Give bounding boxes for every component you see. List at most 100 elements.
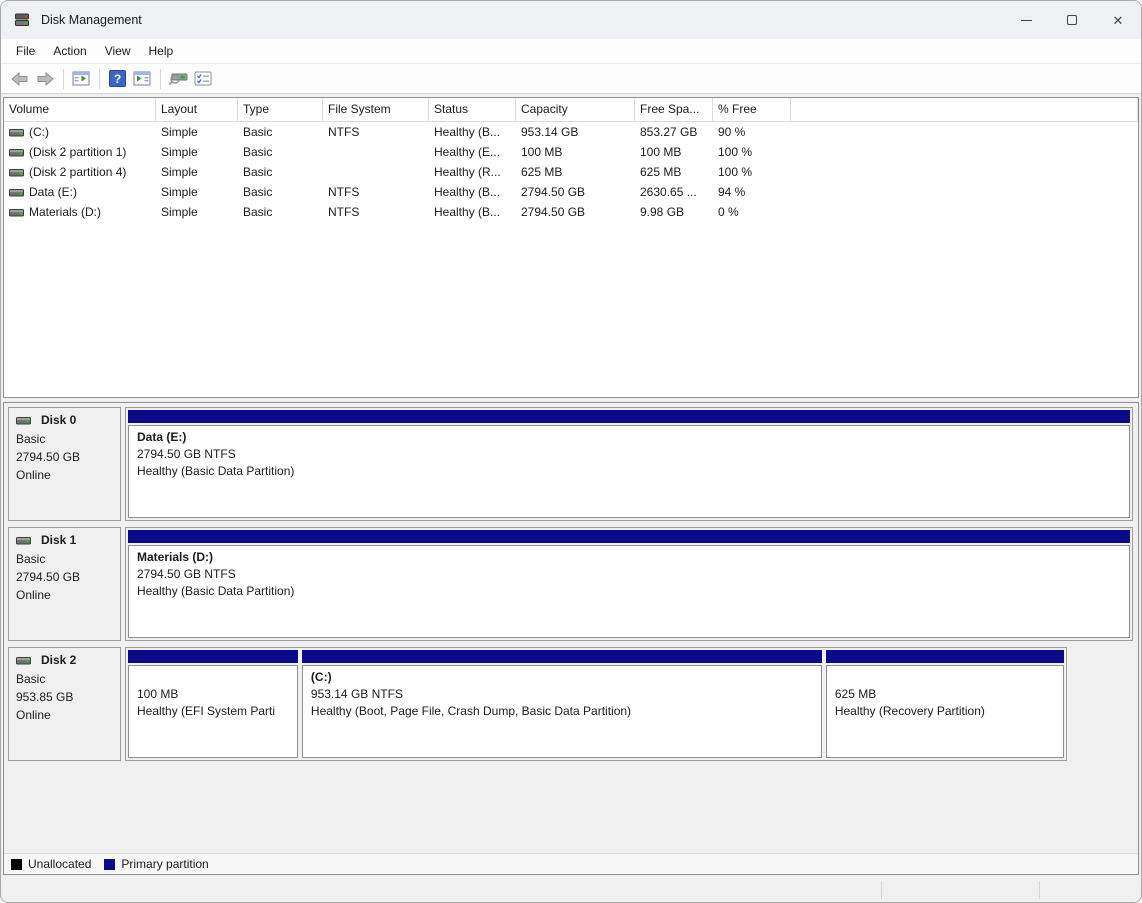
volume-row[interactable]: Data (E:) Simple Basic NTFS Healthy (B..… [4,182,1138,202]
partition-box[interactable]: 100 MB Healthy (EFI System Parti [128,665,298,758]
column-header[interactable]: Type [238,98,323,121]
partition-segment[interactable]: Materials (D:) 2794.50 GB NTFS Healthy (… [128,530,1130,638]
menu-item-action[interactable]: Action [44,41,95,61]
disk-size: 2794.50 GB [16,568,116,586]
column-header[interactable]: % Free [713,98,791,121]
partition-box[interactable]: (C:) 953.14 GB NTFS Healthy (Boot, Page … [302,665,822,758]
drive-magnifier-button[interactable] [166,67,190,91]
menu-bar: FileActionViewHelp [1,39,1141,64]
volume-list-header: VolumeLayoutTypeFile SystemStatusCapacit… [4,98,1138,122]
show-action-pane-icon [133,71,151,86]
disk-band: 100 MB Healthy (EFI System Parti (C:) 95… [125,647,1067,761]
volume-row[interactable]: (C:) Simple Basic NTFS Healthy (B... 953… [4,122,1138,142]
partition-size: 2794.50 GB NTFS [137,446,1121,463]
partition-name: (C:) [311,669,813,686]
volume-drive-icon [9,168,24,177]
disk-info-panel[interactable]: Disk 0 Basic 2794.50 GB Online [8,407,121,521]
main-content: VolumeLayoutTypeFile SystemStatusCapacit… [1,94,1141,903]
disk-band-area: 100 MB Healthy (EFI System Parti (C:) 95… [125,647,1133,761]
show-action-pane-button[interactable] [130,67,154,91]
column-header[interactable]: Free Spa... [635,98,713,121]
maximize-button[interactable] [1049,1,1095,39]
back-button[interactable] [8,67,32,91]
toolbar: ? [1,64,1141,94]
disk-info-panel[interactable]: Disk 2 Basic 953.85 GB Online [8,647,121,761]
volume-list-body: (C:) Simple Basic NTFS Healthy (B... 953… [4,122,1138,222]
disk-row: Disk 2 Basic 953.85 GB Online 100 MB Hea… [8,647,1133,761]
drive-magnifier-icon [168,71,188,86]
status-bar [3,875,1139,903]
menu-item-file[interactable]: File [7,41,44,61]
disk-band: Data (E:) 2794.50 GB NTFS Healthy (Basic… [125,407,1133,521]
partition-box[interactable]: 625 MB Healthy (Recovery Partition) [826,665,1065,758]
disk-management-window: Disk Management ✕ FileActionViewHelp [0,0,1142,903]
column-header[interactable]: Capacity [516,98,635,121]
title-bar: Disk Management ✕ [1,1,1141,39]
partition-color-bar [128,530,1130,543]
volume-free-space: 9.98 GB [640,205,684,219]
forward-button[interactable] [33,67,57,91]
help-button[interactable]: ? [105,67,129,91]
help-icon: ? [109,70,126,87]
partition-box[interactable]: Materials (D:) 2794.50 GB NTFS Healthy (… [128,545,1130,638]
volume-row[interactable]: (Disk 2 partition 4) Simple Basic Health… [4,162,1138,182]
checklist-button[interactable] [191,67,215,91]
volume-status: Healthy (B... [434,185,500,199]
close-button[interactable]: ✕ [1095,1,1141,39]
column-header[interactable]: File System [323,98,429,121]
disk-size: 2794.50 GB [16,448,116,466]
partition-health: Healthy (Boot, Page File, Crash Dump, Ba… [311,703,813,720]
volume-filesystem: NTFS [328,185,359,199]
volume-layout: Simple [161,205,198,219]
disk-status: Online [16,706,116,724]
column-header[interactable]: Layout [156,98,238,121]
volume-row[interactable]: (Disk 2 partition 1) Simple Basic Health… [4,142,1138,162]
volume-capacity: 953.14 GB [521,125,578,139]
volume-row[interactable]: Materials (D:) Simple Basic NTFS Healthy… [4,202,1138,222]
column-header[interactable]: Status [429,98,516,121]
volume-capacity: 625 MB [521,165,562,179]
disk-status: Online [16,586,116,604]
disk-row: Disk 0 Basic 2794.50 GB Online Data (E:)… [8,407,1133,521]
disk-info-panel[interactable]: Disk 1 Basic 2794.50 GB Online [8,527,121,641]
show-console-tree-button[interactable] [69,67,93,91]
volume-name: Data (E:) [29,185,77,199]
disk-size: 953.85 GB [16,688,116,706]
menu-item-help[interactable]: Help [140,41,183,61]
legend-label: Primary partition [121,857,208,871]
graphical-view-pane: Disk 0 Basic 2794.50 GB Online Data (E:)… [3,402,1139,875]
volume-capacity: 2794.50 GB [521,205,585,219]
minimize-button[interactable] [1003,1,1049,39]
checklist-icon [194,71,212,86]
volume-layout: Simple [161,125,198,139]
volume-capacity: 2794.50 GB [521,185,585,199]
volume-percent-free: 100 % [718,145,752,159]
disk-name: Disk 1 [41,533,76,547]
disk-type: Basic [16,430,116,448]
window-title: Disk Management [41,13,142,27]
menu-item-view[interactable]: View [96,41,140,61]
disk-drive-icon [16,416,31,425]
disk-drive-icon [16,656,31,665]
volume-status: Healthy (B... [434,205,500,219]
disk-band: Materials (D:) 2794.50 GB NTFS Healthy (… [125,527,1133,641]
partition-box[interactable]: Data (E:) 2794.50 GB NTFS Healthy (Basic… [128,425,1130,518]
partition-health: Healthy (Basic Data Partition) [137,463,1121,480]
svg-text:?: ? [113,72,120,86]
column-header[interactable]: Volume [4,98,156,121]
volume-layout: Simple [161,165,198,179]
volume-layout: Simple [161,145,198,159]
partition-segment[interactable]: 100 MB Healthy (EFI System Parti [128,650,298,758]
volume-list-pane: VolumeLayoutTypeFile SystemStatusCapacit… [3,97,1139,398]
volume-percent-free: 94 % [718,185,745,199]
partition-segment[interactable]: (C:) 953.14 GB NTFS Healthy (Boot, Page … [302,650,822,758]
volume-percent-free: 0 % [718,205,739,219]
partition-health: Healthy (Basic Data Partition) [137,583,1121,600]
volume-filesystem: NTFS [328,205,359,219]
partition-segment[interactable]: Data (E:) 2794.50 GB NTFS Healthy (Basic… [128,410,1130,518]
disk-type: Basic [16,550,116,568]
partition-name: Materials (D:) [137,549,1121,566]
forward-icon [36,72,54,86]
partition-segment[interactable]: 625 MB Healthy (Recovery Partition) [826,650,1065,758]
partition-name [137,669,289,686]
